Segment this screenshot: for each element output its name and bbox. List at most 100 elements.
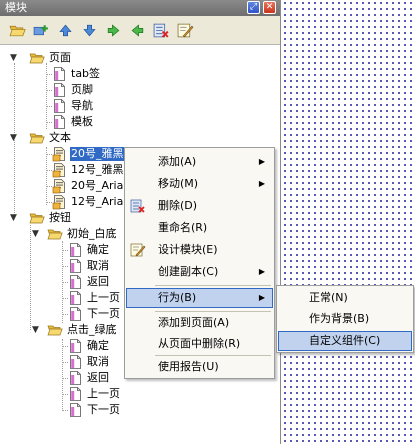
- edit-icon[interactable]: [177, 22, 194, 39]
- tree-node-label: 页面: [49, 51, 71, 64]
- tree-node-label: 确定: [87, 243, 109, 256]
- submenu-arrow-icon: ▶: [258, 293, 265, 302]
- tree-node-label: 返回: [87, 275, 109, 288]
- tree-node-label: 按钮: [49, 211, 71, 224]
- tree-node-label: 取消: [87, 259, 109, 272]
- restore-icon[interactable]: ⤢: [247, 1, 260, 14]
- collapse-icon[interactable]: ▼: [10, 213, 20, 223]
- menu-item-add-to-page[interactable]: 添加到页面(A): [126, 313, 273, 333]
- folder-open-icon: [47, 229, 63, 240]
- move-up-icon[interactable]: [57, 22, 74, 39]
- close-icon[interactable]: ✕: [263, 1, 276, 14]
- tree-node-label: 返回: [87, 371, 109, 384]
- delete-icon: [130, 199, 145, 213]
- open-folder-icon[interactable]: [9, 22, 26, 39]
- tree-node-label: 12号_Arial: [71, 195, 127, 208]
- tree-node-label: 上一页: [87, 387, 120, 400]
- menu-item-label: 自定义组件(C): [309, 334, 381, 347]
- folder-open-icon: [29, 53, 45, 64]
- tree-node-label: 20号_Arial: [71, 179, 127, 192]
- page-icon: [70, 259, 81, 273]
- page-icon: [54, 83, 65, 97]
- tree-node-label: 下一页: [87, 403, 120, 416]
- collapse-icon[interactable]: ▼: [32, 229, 42, 239]
- page-icon: [70, 371, 81, 385]
- move-right-icon[interactable]: [105, 22, 122, 39]
- menu-item-remove-from-page[interactable]: 从页面中删除(R): [126, 334, 273, 354]
- collapse-icon[interactable]: ▼: [10, 53, 20, 63]
- tree-node-label: 点击_绿底: [67, 323, 117, 336]
- menu-item-behavior[interactable]: 行为(B) ▶: [126, 288, 273, 308]
- menu-item-label: 正常(N): [309, 291, 348, 304]
- text-module-icon: [52, 147, 65, 162]
- menu-item-rename[interactable]: 重命名(R): [126, 218, 273, 238]
- page-icon: [54, 67, 65, 81]
- text-module-icon: [52, 179, 65, 194]
- tree-node-label: tab签: [71, 67, 101, 80]
- submenu-item-custom-component[interactable]: 自定义组件(C): [278, 331, 412, 351]
- edit-icon: [130, 243, 146, 257]
- menu-item-label: 创建副本(C): [158, 265, 219, 278]
- tree-node-label: 下一页: [87, 307, 120, 320]
- submenu-arrow-icon: ▶: [258, 267, 265, 276]
- page-icon: [54, 115, 65, 129]
- tree-node-label: 文本: [49, 131, 71, 144]
- page-icon: [70, 339, 81, 353]
- menu-item-label: 添加(A): [158, 155, 197, 168]
- tree-node-label: 20号_雅黑: [70, 147, 125, 161]
- menu-item-label: 作为背景(B): [309, 312, 370, 325]
- menu-item-design-module[interactable]: 设计模块(E): [126, 240, 273, 260]
- page-icon: [70, 387, 81, 401]
- submenu-item-normal[interactable]: 正常(N): [278, 288, 412, 308]
- folder-open-icon: [47, 325, 63, 336]
- menu-item-label: 重命名(R): [158, 221, 208, 234]
- folder-open-icon: [29, 133, 45, 144]
- page-icon: [70, 243, 81, 257]
- menu-item-label: 行为(B): [158, 291, 197, 304]
- menu-item-label: 移动(M): [158, 177, 199, 190]
- submenu-arrow-icon: ▶: [258, 157, 265, 166]
- page-icon: [70, 355, 81, 369]
- panel-titlebar: 模块 ⤢ ✕: [0, 0, 280, 16]
- menu-item-label: 使用报告(U): [158, 360, 219, 373]
- page-icon: [70, 403, 81, 417]
- menu-separator: [155, 285, 271, 286]
- menu-item-label: 删除(D): [158, 199, 198, 212]
- panel-toolbar: [0, 18, 280, 42]
- menu-item-label: 设计模块(E): [158, 243, 218, 256]
- menu-item-label: 从页面中删除(R): [158, 337, 241, 350]
- menu-item-delete[interactable]: 删除(D): [126, 196, 273, 216]
- tree-node-label: 取消: [87, 355, 109, 368]
- context-menu: 添加(A) ▶ 移动(M) ▶ 删除(D) 重命名(R) 设计模块(E) 创建副…: [124, 147, 275, 379]
- tree-node-label: 确定: [87, 339, 109, 352]
- panel-title: 模块: [5, 1, 27, 14]
- tree-node-label: 导航: [71, 99, 93, 112]
- menu-item-label: 添加到页面(A): [158, 316, 230, 329]
- menu-item-duplicate[interactable]: 创建副本(C) ▶: [126, 262, 273, 282]
- move-down-icon[interactable]: [81, 22, 98, 39]
- tree-node-label: 页脚: [71, 83, 93, 96]
- add-item-icon[interactable]: [33, 22, 50, 39]
- page-icon: [70, 291, 81, 305]
- menu-item-usage-report[interactable]: 使用报告(U): [126, 357, 273, 377]
- move-left-icon[interactable]: [129, 22, 146, 39]
- collapse-icon[interactable]: ▼: [10, 133, 20, 143]
- tree-node-label: 初始_白底: [67, 227, 117, 240]
- page-icon: [70, 307, 81, 321]
- folder-open-icon: [29, 213, 45, 224]
- tree-node-label: 模板: [71, 115, 93, 128]
- behavior-submenu: 正常(N) 作为背景(B) 自定义组件(C): [276, 285, 414, 353]
- menu-separator: [155, 355, 271, 356]
- tree-node-label: 12号_雅黑: [71, 163, 124, 176]
- page-icon: [54, 99, 65, 113]
- tree-node-label: 上一页: [87, 291, 120, 304]
- menu-separator: [155, 311, 271, 312]
- text-module-icon: [52, 195, 65, 210]
- menu-item-move[interactable]: 移动(M) ▶: [126, 174, 273, 194]
- menu-item-add[interactable]: 添加(A) ▶: [126, 152, 273, 172]
- text-module-icon: [52, 163, 65, 178]
- collapse-icon[interactable]: ▼: [32, 325, 42, 335]
- submenu-item-as-background[interactable]: 作为背景(B): [278, 309, 412, 329]
- submenu-arrow-icon: ▶: [258, 179, 265, 188]
- delete-icon[interactable]: [153, 22, 170, 39]
